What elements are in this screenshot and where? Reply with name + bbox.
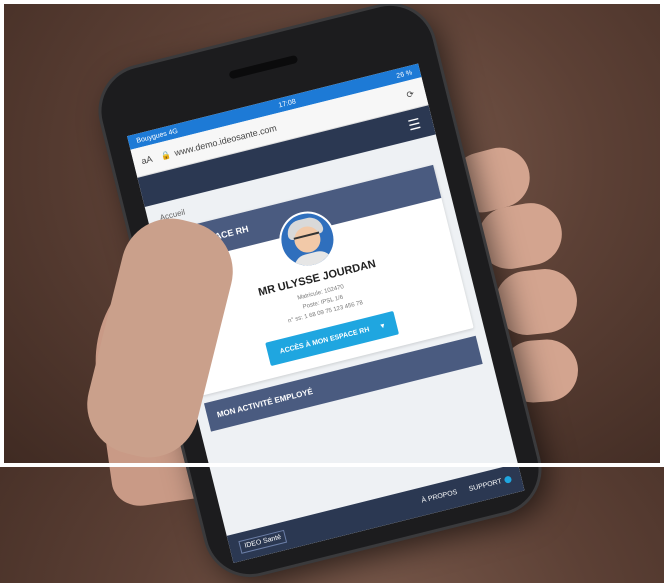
support-link[interactable]: SUPPORT	[468, 475, 513, 494]
reload-icon[interactable]: ⟳	[402, 87, 418, 101]
bottom-logo[interactable]: IDEO Santé	[238, 529, 288, 554]
bottom-bar: IDEO Santé À PROPOS SUPPORT	[226, 463, 525, 564]
bottom-links: À PROPOS SUPPORT	[421, 475, 513, 505]
battery-label: 26 %	[395, 68, 413, 80]
lock-icon: 🔒	[159, 149, 172, 161]
support-label: SUPPORT	[468, 478, 503, 494]
network-type: 4G	[167, 127, 179, 137]
chevron-down-icon: ▾	[380, 322, 386, 331]
phone-speaker	[228, 54, 299, 80]
time-label: 17:08	[277, 97, 297, 109]
text-size-button[interactable]: aA	[140, 152, 162, 166]
access-hr-space-label: ACCÈS À MON ESPACE RH	[279, 326, 371, 356]
finger-3	[491, 265, 581, 339]
menu-icon[interactable]: ☰	[406, 114, 422, 134]
support-icon	[503, 475, 513, 485]
about-link[interactable]: À PROPOS	[421, 489, 458, 505]
